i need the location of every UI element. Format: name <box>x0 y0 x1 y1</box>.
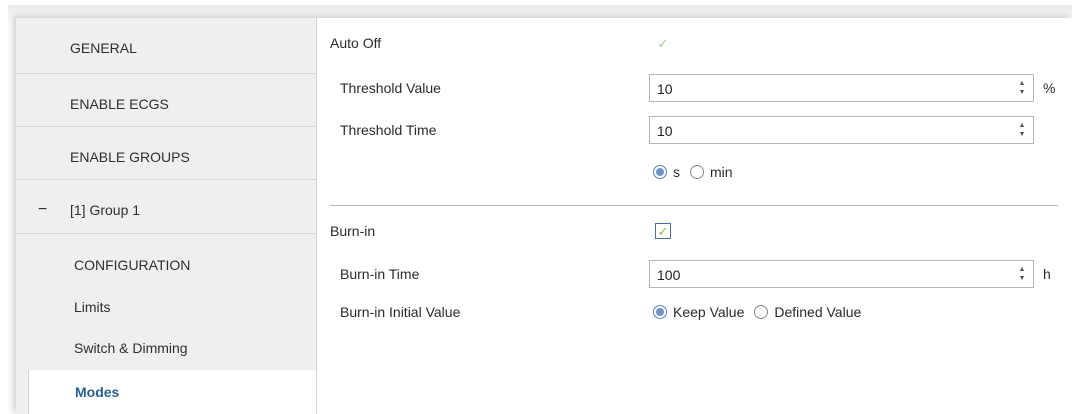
sidebar-subitem-limits[interactable]: Limits <box>16 287 316 327</box>
section-divider <box>330 205 1058 206</box>
spin-up-icon[interactable]: ▲ <box>1019 79 1026 88</box>
initial-value-radio-group: Keep Value Defined Value <box>653 304 871 320</box>
threshold-time-input[interactable]: 10 ▲ ▼ <box>649 116 1034 144</box>
auto-off-checkbox[interactable]: ✓ <box>656 36 670 50</box>
spin-arrows-icon[interactable]: ▲ ▼ <box>1018 265 1026 283</box>
check-icon: ✓ <box>657 223 669 239</box>
sidebar-item-label: GENERAL <box>70 40 137 56</box>
radio-dot <box>656 308 664 316</box>
divider <box>16 233 316 234</box>
parameter-window: GENERAL ENABLE ECGS ENABLE GROUPS − [1] … <box>16 18 1072 414</box>
check-icon: ✓ <box>657 35 669 51</box>
burn-in-checkbox[interactable]: ✓ <box>655 223 671 239</box>
sidebar-item-enable-groups[interactable]: ENABLE GROUPS <box>16 127 316 180</box>
sidebar-item-label: ENABLE ECGS <box>70 96 169 112</box>
sidebar-subitem-configuration[interactable]: CONFIGURATION <box>16 245 316 285</box>
burn-in-time-input[interactable]: 100 ▲ ▼ <box>649 260 1034 288</box>
sidebar-subitem-modes[interactable]: Modes <box>28 370 316 414</box>
main-panel: Auto Off ✓ Threshold Value 10 ▲ ▼ % Thre… <box>316 18 1072 414</box>
threshold-value-label: Threshold Value <box>340 80 441 96</box>
burn-in-time-unit: h <box>1043 266 1051 282</box>
radio-keep-value[interactable] <box>653 305 667 319</box>
threshold-value-input[interactable]: 10 ▲ ▼ <box>649 74 1034 102</box>
radio-label-min[interactable]: min <box>710 164 733 180</box>
sidebar-item-label: Modes <box>75 384 120 400</box>
burn-in-time-text: 100 <box>657 267 681 283</box>
collapse-icon[interactable]: − <box>38 201 47 219</box>
spin-down-icon[interactable]: ▼ <box>1019 274 1026 283</box>
sidebar-item-group-1[interactable]: − [1] Group 1 <box>16 180 316 233</box>
threshold-value-text: 10 <box>657 81 673 97</box>
spin-arrows-icon[interactable]: ▲ ▼ <box>1018 121 1026 139</box>
sidebar: GENERAL ENABLE ECGS ENABLE GROUPS − [1] … <box>16 18 317 414</box>
radio-defined-value[interactable] <box>754 305 769 319</box>
burn-in-label: Burn-in <box>330 223 376 239</box>
threshold-value-unit: % <box>1043 80 1056 96</box>
radio-s[interactable] <box>653 165 667 179</box>
radio-label-defined-value[interactable]: Defined Value <box>774 304 861 320</box>
sidebar-item-label: [1] Group 1 <box>70 202 141 218</box>
sidebar-item-label: ENABLE GROUPS <box>70 149 190 165</box>
sidebar-item-label: Limits <box>74 299 111 315</box>
sidebar-item-label: Switch & Dimming <box>74 340 188 356</box>
radio-min[interactable] <box>690 165 704 179</box>
threshold-time-label: Threshold Time <box>340 122 437 138</box>
spin-up-icon[interactable]: ▲ <box>1019 265 1026 274</box>
spin-down-icon[interactable]: ▼ <box>1019 130 1026 139</box>
sidebar-item-general[interactable]: GENERAL <box>16 18 316 74</box>
time-unit-radio-group: s min <box>653 164 743 180</box>
threshold-time-text: 10 <box>657 123 673 139</box>
spin-down-icon[interactable]: ▼ <box>1019 88 1026 97</box>
spin-arrows-icon[interactable]: ▲ ▼ <box>1018 79 1026 97</box>
burn-in-time-label: Burn-in Time <box>340 266 420 282</box>
radio-dot <box>656 168 664 176</box>
burn-in-initial-value-label: Burn-in Initial Value <box>340 304 461 320</box>
sidebar-item-label: CONFIGURATION <box>74 257 191 273</box>
radio-label-keep-value[interactable]: Keep Value <box>673 304 744 320</box>
spin-up-icon[interactable]: ▲ <box>1019 121 1026 130</box>
sidebar-subitem-switch-dimming[interactable]: Switch & Dimming <box>16 328 316 368</box>
auto-off-label: Auto Off <box>330 35 382 51</box>
radio-label-s[interactable]: s <box>673 164 680 180</box>
sidebar-item-enable-ecgs[interactable]: ENABLE ECGS <box>16 74 316 127</box>
